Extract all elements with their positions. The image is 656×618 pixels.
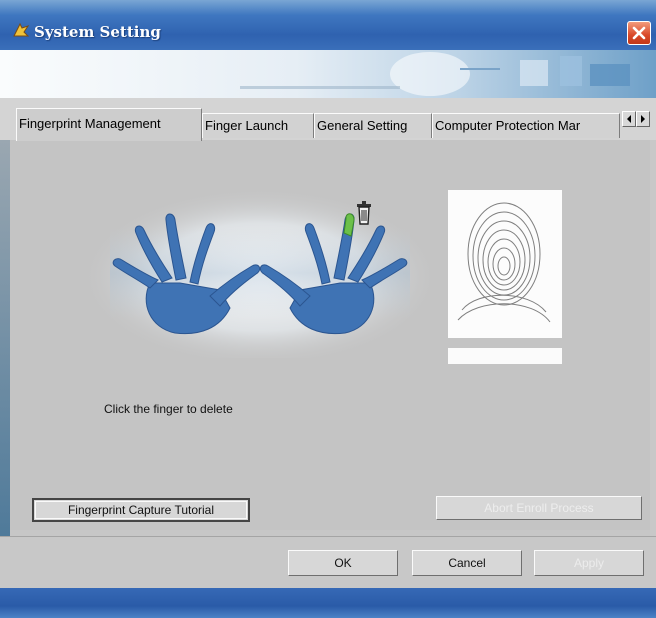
tab-finger-launch[interactable]: Finger Launch [202,113,314,138]
app-icon [13,22,30,37]
window-title: System Setting [34,23,161,41]
fingerprint-capture-tutorial-button[interactable]: Fingerprint Capture Tutorial [32,498,250,522]
window-frame-left [0,140,10,536]
tab-scroll-left-button[interactable] [622,111,636,127]
close-button[interactable] [627,21,651,45]
tab-scroll-right-button[interactable] [636,111,650,127]
ok-button[interactable]: OK [288,550,398,576]
tab-computer-protection[interactable]: Computer Protection Mar [432,113,620,138]
abort-enroll-button[interactable]: Abort Enroll Process [436,496,642,520]
tab-general-setting[interactable]: General Setting [314,113,432,138]
banner-graphic [240,52,630,96]
cancel-button[interactable]: Cancel [412,550,522,576]
instruction-text: Click the finger to delete [104,402,233,416]
fingerprint-preview [448,190,562,338]
arrow-right-icon [641,115,645,123]
window-frame-right [650,140,656,536]
trash-icon[interactable] [357,201,371,225]
title-bar[interactable]: System Setting [0,0,656,50]
window-frame-bottom [0,588,656,618]
tab-fingerprint-management[interactable]: Fingerprint Management [16,108,202,141]
arrow-left-icon [627,115,631,123]
fingerprint-status-bar [448,348,562,364]
close-icon [632,26,646,40]
fingerprint-image [457,202,551,323]
apply-button[interactable]: Apply [534,550,644,576]
system-setting-window: System Setting Fingerprint Management Fi… [0,0,656,618]
hands-diagram [80,178,440,358]
header-banner [0,50,656,98]
